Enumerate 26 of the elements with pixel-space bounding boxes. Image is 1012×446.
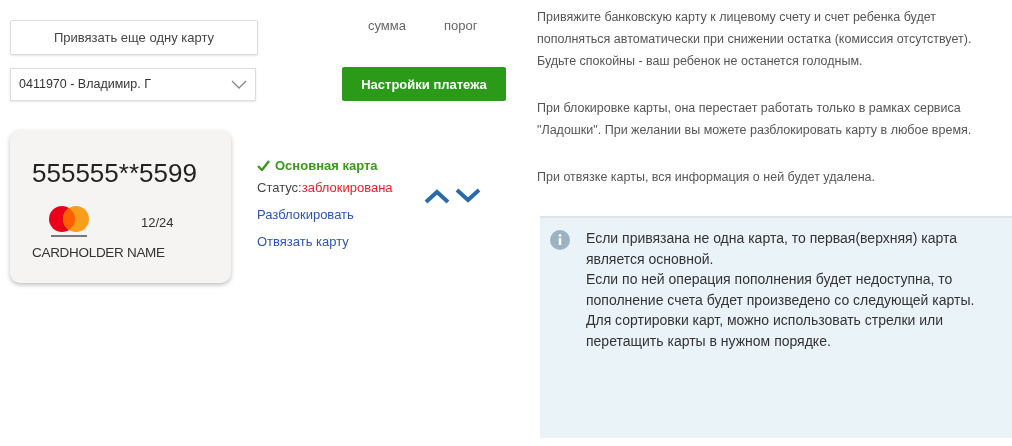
card-expiry: 12/24 xyxy=(141,214,174,230)
move-up-icon[interactable] xyxy=(423,188,451,204)
check-icon xyxy=(257,160,270,171)
card-number: 555555**5599 xyxy=(32,158,198,189)
info-text: Для сортировки карт, можно использовать стрелки или перетащить карты в нужном порядке. xyxy=(586,311,945,351)
status-label: Статус: xyxy=(257,180,302,195)
payment-settings-button[interactable]: Настройки платежа xyxy=(342,67,506,101)
info-text: Если по ней операция пополнения будет недоступна, то пополнение счета будет произведено со следующей карты. xyxy=(586,270,976,310)
cardholder-name: CARDHOLDER NAME xyxy=(32,245,166,260)
account-select[interactable]: 0411970 - Владимир. Г xyxy=(10,67,256,101)
primary-card-label: Основная карта xyxy=(257,158,427,173)
move-down-icon[interactable] xyxy=(454,188,482,204)
help-paragraph: При блокировке карты, она перестает работать только в рамках сервиса "Ладошки". При желании вы можете разблокировать карту в любое время. xyxy=(537,100,973,139)
status-value: заблокирована xyxy=(301,180,393,195)
mastercard-logo-icon xyxy=(47,205,91,239)
unblock-link[interactable]: Разблокировать xyxy=(257,207,427,222)
info-icon xyxy=(550,230,570,250)
add-card-button[interactable]: Привязать еще одну карту xyxy=(10,20,258,55)
column-header: порог xyxy=(443,18,478,33)
chevron-down-icon xyxy=(231,79,247,89)
unlink-card-link[interactable]: Отвязать карту xyxy=(257,234,427,249)
help-paragraph: При отвязке карты, вся информация о ней будет удалена. xyxy=(537,169,876,186)
bank-card[interactable]: 555555**5599 12/24 CARDHOLDER NAME xyxy=(10,130,231,283)
info-text: Если привязана не одна карта, то первая(верхняя) карта является основной. xyxy=(586,229,958,269)
column-header: сумма xyxy=(368,18,406,33)
help-paragraph: Привяжите банковскую карту к лицевому счету и счет ребенка будет пополняться автоматически при снижении остатка (комиссия отсутствует). Будьте спокойны - ваш ребенок не останется голодным. xyxy=(537,9,973,70)
